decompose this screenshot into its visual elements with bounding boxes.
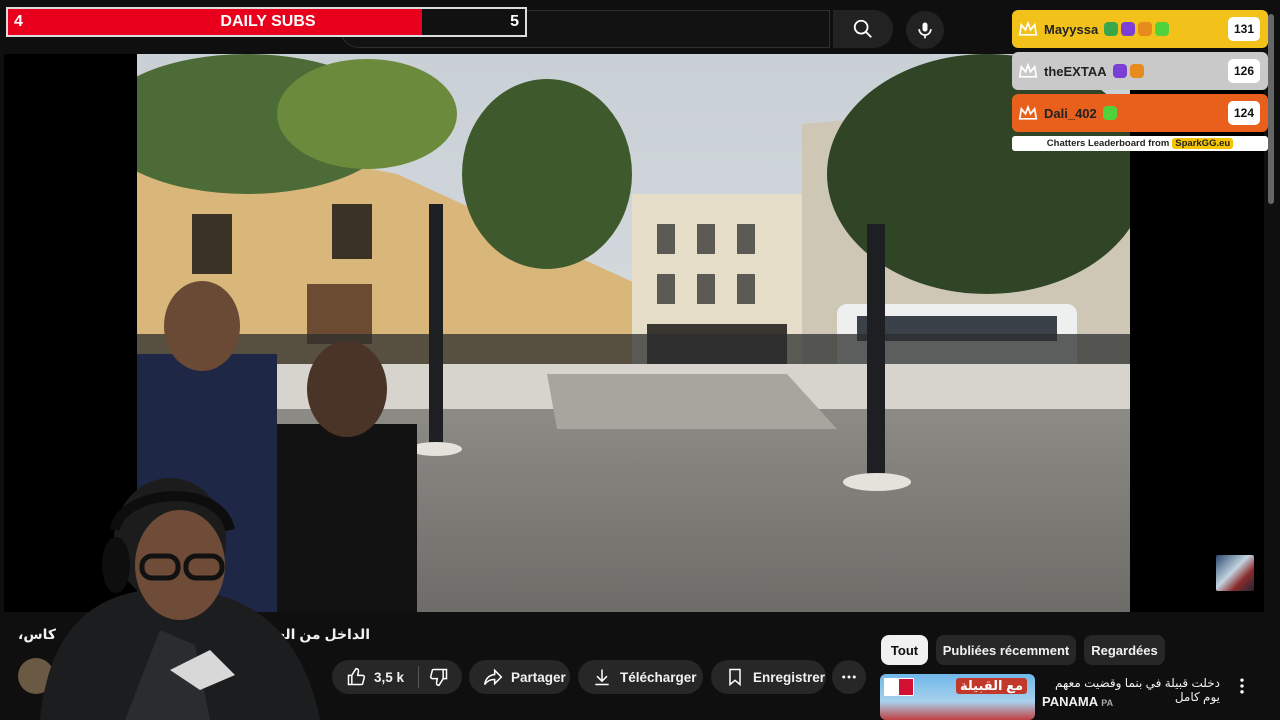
- related-channel-name: PANAMA: [1042, 694, 1098, 709]
- leaderboard-score: 131: [1228, 17, 1260, 41]
- daily-subs-bar: 4 DAILY SUBS 5: [6, 7, 527, 37]
- like-dislike-group: 3,5 k: [332, 660, 462, 694]
- badge-icon: [1155, 22, 1170, 36]
- leaderboard-brand: SparkGG.eu: [1172, 138, 1234, 149]
- badge-icon: [1104, 22, 1119, 36]
- leaderboard-footer: Chatters Leaderboard from SparkGG.eu: [1012, 136, 1268, 151]
- dislike-icon[interactable]: [429, 667, 449, 687]
- share-icon: [483, 668, 503, 686]
- panama-flag-icon: [884, 678, 914, 696]
- leaderboard-name: Mayyssa: [1044, 21, 1099, 37]
- streamer-webcam: [20, 470, 340, 720]
- more-horizontal-icon: [842, 675, 856, 679]
- daily-subs-goal: 5: [510, 13, 519, 30]
- kebab-menu-icon[interactable]: [1232, 676, 1252, 696]
- leaderboard-footer-text: Chatters Leaderboard from: [1046, 138, 1170, 149]
- leaderboard-row: Mayyssa 131: [1012, 10, 1268, 48]
- download-icon: [595, 669, 609, 686]
- daily-subs-title: DAILY SUBS: [220, 13, 316, 30]
- chip-recent[interactable]: Publiées récemment: [936, 635, 1076, 665]
- share-label: Partager: [511, 669, 566, 685]
- screen: 4 DAILY SUBS 5: [0, 0, 1280, 720]
- chip-all[interactable]: Tout: [881, 635, 928, 665]
- thumbnail-text: مع القبيلة: [955, 678, 1027, 694]
- badge-icon: [1121, 22, 1136, 36]
- badge-icon: [1138, 22, 1153, 36]
- leaderboard-name: Dali_402: [1044, 105, 1097, 121]
- leaderboard-row: theEXTAA 126: [1012, 52, 1268, 90]
- badge-icon: [1129, 64, 1144, 78]
- crown-icon: [1018, 20, 1038, 36]
- chip-watched[interactable]: Regardées: [1084, 635, 1165, 665]
- badge-icon: [1102, 106, 1117, 120]
- search-button[interactable]: [833, 10, 893, 48]
- bookmark-icon: [729, 668, 741, 687]
- download-button[interactable]: Télécharger: [578, 660, 703, 694]
- related-video-channel[interactable]: PANAMA PA: [1042, 694, 1113, 709]
- divider: [418, 666, 420, 688]
- save-button[interactable]: Enregistrer: [711, 660, 826, 694]
- leaderboard-row: Dali_402 124: [1012, 94, 1268, 132]
- download-label: Télécharger: [620, 669, 697, 685]
- related-video-thumbnail[interactable]: مع القبيلة: [880, 674, 1035, 720]
- share-button[interactable]: Partager: [469, 660, 570, 694]
- channel-watermark[interactable]: [1216, 555, 1254, 591]
- leaderboard-score: 124: [1228, 101, 1260, 125]
- related-channel-tag: PA: [1101, 698, 1114, 708]
- more-actions-button[interactable]: [832, 660, 866, 694]
- webcam-feed: [40, 478, 320, 720]
- chatters-leaderboard: Mayyssa 131 theEXTAA 126 Dali_402 124 Ch…: [1012, 10, 1268, 151]
- badge-icon: [1112, 64, 1127, 78]
- microphone-icon: [918, 22, 932, 39]
- crown-icon: [1018, 104, 1038, 120]
- voice-search-button[interactable]: [906, 11, 944, 49]
- crown-icon: [1018, 62, 1038, 78]
- search-icon: [853, 19, 872, 38]
- like-icon[interactable]: [346, 667, 366, 687]
- leaderboard-score: 126: [1228, 59, 1260, 83]
- page-scrollbar[interactable]: [1268, 14, 1274, 204]
- leaderboard-name: theEXTAA: [1044, 63, 1107, 79]
- like-count[interactable]: 3,5 k: [374, 670, 404, 685]
- save-label: Enregistrer: [753, 669, 826, 685]
